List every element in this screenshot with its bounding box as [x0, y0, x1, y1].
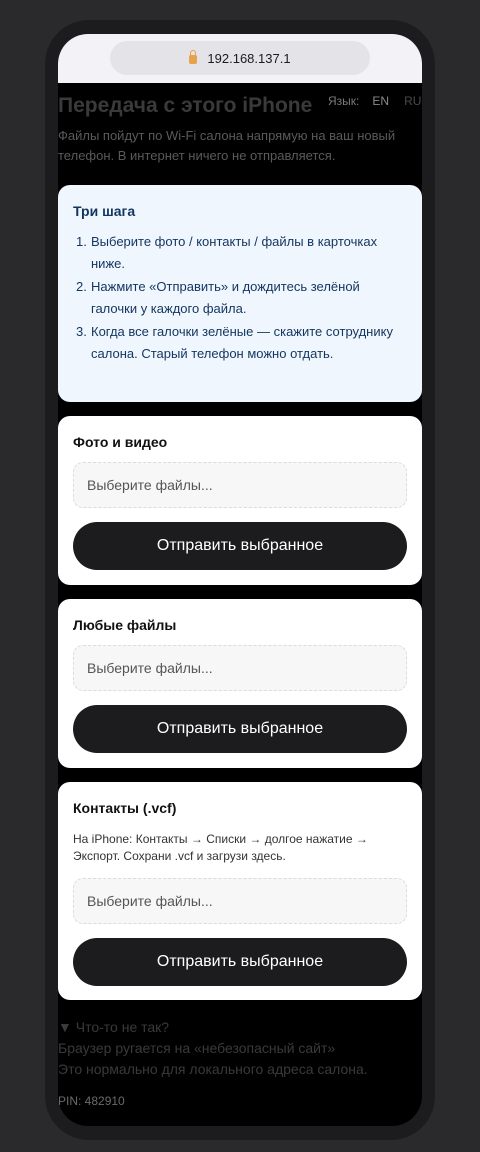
language-ru-link[interactable]: RU: [404, 94, 421, 108]
files-card: Любые файлы Выберите файлы... Отправить …: [58, 599, 422, 768]
card-title: Фото и видео: [73, 434, 168, 450]
language-en-link[interactable]: EN: [372, 94, 389, 108]
troubleshoot-section: ▼ Что-то не так? Браузер ругается на «не…: [58, 1017, 422, 1080]
photos-file-input[interactable]: Выберите файлы...: [73, 462, 407, 508]
steps-title: Три шага: [73, 203, 136, 219]
step-text: Нажмите «Отправить» и дождитесь зелёной …: [91, 278, 360, 317]
pin-code: PIN: 482910: [58, 1094, 125, 1108]
troubleshoot-line: Браузер ругается на «небезопасный сайт»: [58, 1040, 336, 1056]
step-text: Когда все галочки зелёные — скажите сотр…: [91, 323, 393, 362]
lock-icon: [189, 49, 198, 64]
photos-card: Фото и видео Выберите файлы... Отправить…: [58, 416, 422, 585]
photos-send-button[interactable]: Отправить выбранное: [73, 522, 407, 570]
files-file-input[interactable]: Выберите файлы...: [73, 645, 407, 691]
url-text: 192.168.137.1: [207, 50, 291, 66]
card-title: Любые файлы: [73, 617, 177, 633]
browser-toolbar: 192.168.137.1: [58, 34, 422, 83]
files-send-button[interactable]: Отправить выбранное: [73, 705, 407, 753]
troubleshoot-line: Это нормально для локального адреса сало…: [58, 1061, 368, 1077]
card-title: Контакты (.vcf): [73, 800, 177, 816]
steps-list: 1. Выберите фото / контакты / файлы в ка…: [76, 231, 409, 366]
step-item: 1. Выберите фото / контакты / файлы в ка…: [76, 231, 409, 276]
page-title: Передача с этого iPhone: [58, 94, 313, 117]
language-switcher: Язык: EN RU: [328, 94, 421, 108]
steps-card: Три шага 1. Выберите фото / контакты / ф…: [58, 185, 422, 402]
step-number: 1.: [76, 234, 87, 249]
troubleshoot-toggle[interactable]: ▼ Что-то не так?: [58, 1017, 422, 1038]
contacts-file-input[interactable]: Выберите файлы...: [73, 878, 407, 924]
contacts-send-button[interactable]: Отправить выбранное: [73, 938, 407, 986]
step-item: 2. Нажмите «Отправить» и дождитесь зелён…: [76, 276, 409, 321]
page-subtitle: Файлы пойдут по Wi-Fi салона напрямую на…: [58, 128, 396, 163]
step-number: 3.: [76, 323, 87, 339]
step-text: Выберите фото / контакты / файлы в карто…: [91, 234, 378, 272]
language-label: Язык:: [328, 94, 360, 108]
step-number: 2.: [76, 278, 87, 294]
contacts-export-hint: На iPhone: Контакты → Списки → долгое на…: [73, 832, 368, 863]
contacts-card: Контакты (.vcf) На iPhone: Контакты → Сп…: [58, 782, 422, 1000]
step-item: 3. Когда все галочки зелёные — скажите с…: [76, 321, 409, 366]
phone-screen: 192.168.137.1 Передача с этого iPhone Яз…: [58, 34, 422, 1126]
address-bar[interactable]: 192.168.137.1: [110, 41, 370, 75]
